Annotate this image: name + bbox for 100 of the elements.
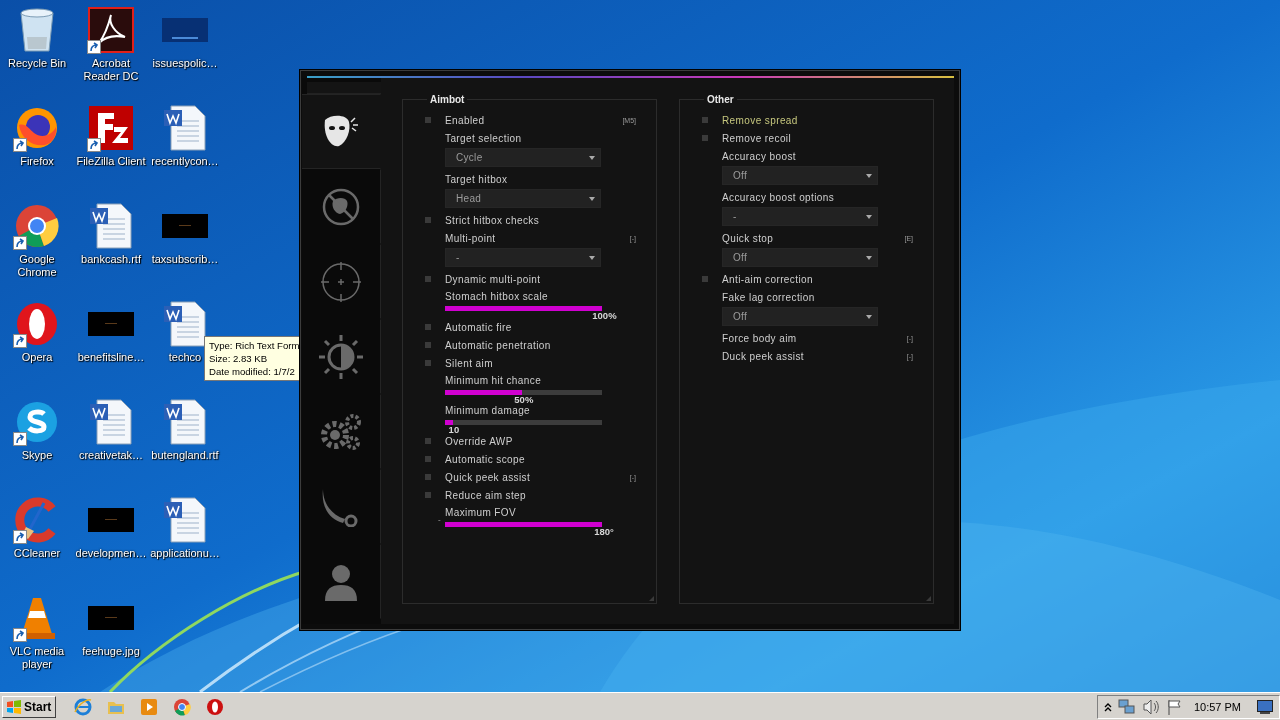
caret-icon	[866, 214, 872, 219]
taskbar-app[interactable]	[74, 697, 93, 716]
checkbox[interactable]	[425, 217, 431, 223]
image-thumbnail	[88, 508, 134, 532]
flag-icon[interactable]	[1165, 698, 1182, 715]
icon-label[interactable]: Firefox	[20, 155, 54, 168]
icon-label[interactable]: applicationu…	[150, 547, 220, 560]
image-thumbnail	[162, 214, 208, 238]
document-icon	[89, 203, 133, 249]
checkbox[interactable]	[425, 276, 431, 282]
speaker-icon[interactable]	[1141, 698, 1160, 715]
shortcut-arrow-icon	[13, 628, 27, 642]
checkbox[interactable]	[425, 438, 431, 444]
slider-fill[interactable]	[445, 419, 453, 425]
caret-icon	[589, 155, 595, 160]
shortcut-arrow-icon	[13, 432, 27, 446]
user-icon	[323, 562, 359, 601]
checkbox[interactable]	[425, 117, 431, 123]
taskbar-app[interactable]	[206, 697, 225, 716]
checkbox[interactable]	[702, 135, 708, 141]
caret-icon	[589, 196, 595, 201]
slider-fill[interactable]	[445, 305, 602, 311]
icon-label[interactable]: feehuge.jpg	[82, 645, 140, 658]
media-player-icon	[140, 697, 159, 716]
checkbox[interactable]	[702, 117, 708, 123]
shortcut-arrow-icon	[87, 138, 101, 152]
chevron-up-icon[interactable]	[1103, 701, 1112, 712]
dropdown[interactable]: Off	[722, 248, 878, 267]
option-label: Automatic scope	[445, 453, 525, 465]
icon-label[interactable]: developmen…	[75, 547, 147, 560]
icon-label[interactable]: recentlycon…	[151, 155, 219, 168]
document-icon	[89, 399, 133, 445]
slider-fill[interactable]	[445, 521, 602, 527]
option-label: Anti-aim correction	[722, 273, 813, 285]
checkbox[interactable]	[425, 492, 431, 498]
checkbox[interactable]	[425, 456, 431, 462]
firefox-icon	[14, 105, 60, 151]
show-desktop-icon[interactable]	[1257, 699, 1273, 714]
taskbar-app[interactable]	[173, 697, 192, 716]
option-label: Strict hitbox checks	[445, 214, 540, 226]
shortcut-arrow-icon	[13, 334, 27, 348]
caret-icon	[866, 314, 872, 319]
network-icon[interactable]	[1117, 698, 1136, 715]
shortcut-arrow-icon	[13, 236, 27, 250]
option-label: Remove spread	[722, 114, 798, 126]
checkbox[interactable]	[425, 342, 431, 348]
resize-grip-icon	[649, 596, 654, 601]
icon-label[interactable]: Google Chrome	[0, 253, 74, 279]
icon-label[interactable]: Skype	[21, 449, 53, 462]
option-label: Quick peek assist	[445, 471, 531, 483]
icon-label[interactable]: FileZilla Client	[76, 155, 146, 168]
chrome-icon	[173, 697, 192, 716]
skype-icon	[14, 399, 60, 445]
option-label: Target hitbox	[445, 173, 508, 185]
icon-label[interactable]: butengland.rtf	[151, 449, 219, 462]
icon-label[interactable]: techco	[168, 351, 202, 364]
clock[interactable]: 10:57 PM	[1193, 700, 1241, 713]
brightness-icon	[317, 332, 365, 381]
icon-label[interactable]: creativetak…	[78, 449, 144, 462]
icon-label[interactable]: benefitsline…	[77, 351, 145, 364]
checkbox[interactable]	[425, 474, 431, 480]
internet-explorer-icon	[74, 697, 93, 716]
icon-label[interactable]: Recycle Bin	[7, 57, 67, 70]
dropdown[interactable]: Off	[722, 166, 878, 185]
image-thumbnail	[162, 18, 208, 42]
icon-label[interactable]: CCleaner	[13, 547, 61, 560]
icon-label[interactable]: taxsubscrib…	[151, 253, 219, 266]
dropdown[interactable]: -	[445, 248, 601, 267]
icon-label[interactable]: Opera	[21, 351, 53, 364]
chrome-icon	[14, 203, 60, 249]
slider-fill[interactable]	[445, 389, 522, 395]
shortcut-arrow-icon	[13, 530, 27, 544]
checkbox[interactable]	[425, 324, 431, 330]
dropdown[interactable]: Off	[722, 307, 878, 326]
document-icon	[163, 105, 207, 151]
option-label: Automatic fire	[445, 321, 512, 333]
option-label: Automatic penetration	[445, 339, 551, 351]
icon-label[interactable]: Acrobat Reader DC	[74, 57, 148, 83]
option-label: Duck peek assist	[722, 350, 804, 362]
dropdown[interactable]: Cycle	[445, 148, 601, 167]
group-title: Other	[706, 94, 735, 105]
option-label: Remove recoil	[722, 132, 792, 144]
icon-label[interactable]: issuespolic…	[152, 57, 218, 70]
icon-label[interactable]: bankcash.rtf	[81, 253, 141, 266]
option-label: Accuracy boost	[722, 150, 796, 162]
dropdown[interactable]: Head	[445, 189, 601, 208]
start-button[interactable]: Start	[2, 695, 57, 718]
filezilla-icon	[88, 105, 134, 151]
crossed-circle-icon	[321, 186, 361, 227]
checkbox[interactable]	[425, 360, 431, 366]
slider-value: 10	[448, 423, 460, 435]
tooltip-text: Size: 2.83 KB	[209, 352, 269, 365]
icon-label[interactable]: VLC media player	[0, 645, 74, 671]
dropdown[interactable]: -	[722, 207, 878, 226]
option-label: Multi-point	[445, 232, 496, 244]
crosshair-icon	[320, 260, 362, 303]
option-label: Fake lag correction	[722, 291, 815, 303]
checkbox[interactable]	[702, 276, 708, 282]
taskbar-app[interactable]	[140, 697, 159, 716]
sidebar-tab[interactable]	[302, 94, 381, 169]
